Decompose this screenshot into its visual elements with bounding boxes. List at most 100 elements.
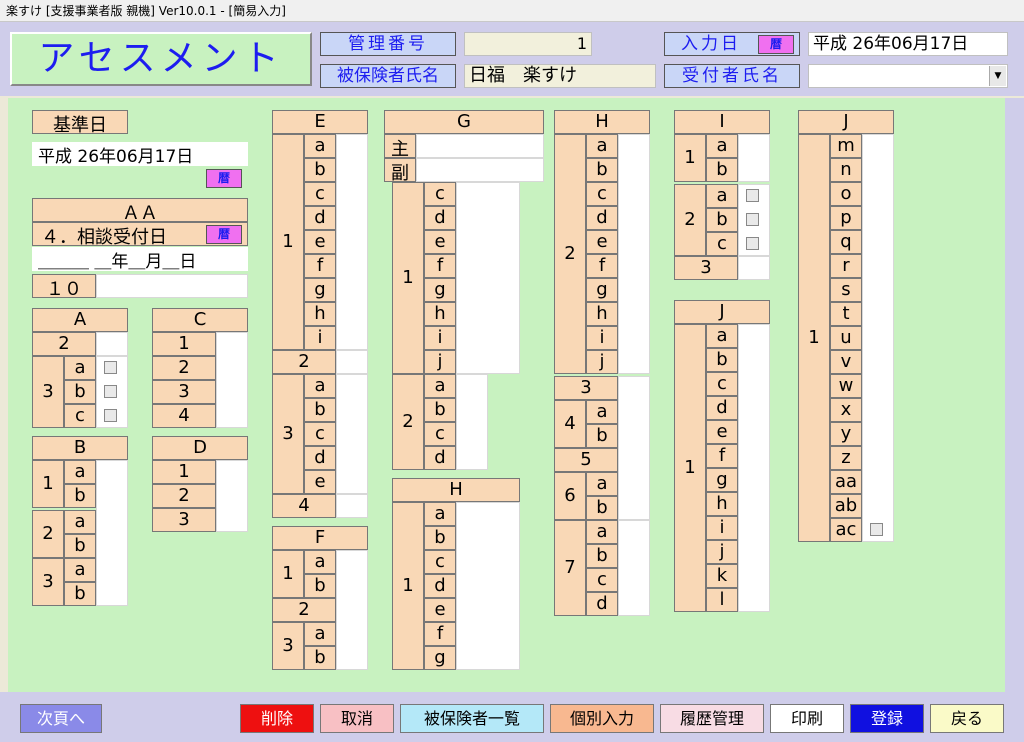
h-6-a: a [586,472,618,496]
g-main: 主 [384,134,416,158]
sub-label: f [586,254,618,278]
b-1-b: b [64,484,96,508]
h-2-values[interactable] [618,134,650,374]
block-j1-title: J [674,300,770,324]
f-row-2: 2 [272,598,336,622]
checkbox[interactable] [104,409,117,422]
sub-label: v [830,350,862,374]
h2-1-values[interactable] [456,502,520,670]
back-button[interactable]: 戻る [930,704,1004,733]
e-3-values[interactable] [336,374,368,494]
checkbox[interactable] [746,237,759,250]
sub-label: c [424,550,456,574]
kanri-value[interactable]: 1 [464,32,592,56]
h-mid-values[interactable] [618,376,650,520]
sub-label: h [424,302,456,326]
individual-input-button[interactable]: 個別入力 [550,704,654,733]
register-button[interactable]: 登録 [850,704,924,733]
nyuryoku-date[interactable]: 平成 26年06月17日 [808,32,1008,56]
i-2-a: a [706,184,738,208]
kijun-date[interactable]: 平成 26年06月17日 [32,142,248,167]
sub-label: b [424,526,456,550]
sub-label: b [424,398,456,422]
sub-label: i [706,516,738,540]
page-title: アセスメント [10,32,312,86]
e-1-values[interactable] [336,134,368,350]
j2-values[interactable] [862,134,894,542]
scrollbar[interactable] [1005,98,1024,692]
a-row-3: 3 [32,356,64,428]
next-page-button[interactable]: 次頁へ [20,704,102,733]
sub-label: b [706,348,738,372]
i-1-values[interactable] [738,134,770,182]
sub-label: o [830,182,862,206]
f-values[interactable] [336,550,368,670]
h-row-5: 5 [554,448,618,472]
sub-label: d [586,592,618,616]
calendar-button[interactable]: 暦 [206,225,242,244]
j1-values[interactable] [738,324,770,612]
sub-label: g [304,278,336,302]
h-7-checks [618,520,650,616]
uketsuke-select[interactable] [808,64,1008,88]
uketsuke-label: 受付者氏名 [664,64,800,88]
g-sub-value[interactable] [416,158,544,182]
i-row-3-value[interactable] [738,256,770,280]
sub-label: g [424,646,456,670]
sub-label: ab [830,494,862,518]
sub-label: z [830,446,862,470]
sub-label: b [586,158,618,182]
sub-label: c [586,568,618,592]
sub-label: b [586,544,618,568]
block-h-title: H [554,110,650,134]
b-values[interactable] [96,460,128,606]
sub-label: y [830,422,862,446]
e-row-3: 3 [272,374,304,494]
c-row: 4 [152,404,216,428]
kijun-label: 基準日 [32,110,128,134]
checkbox[interactable] [104,361,117,374]
sub-label: d [424,206,456,230]
sub-label: a [424,502,456,526]
checkbox[interactable] [746,213,759,226]
footer-toolbar: 次頁へ 削除 取消 被保険者一覧 個別入力 履歴管理 印刷 登録 戻る [0,692,1024,742]
sub-label: ac [830,518,862,542]
checkbox[interactable] [746,189,759,202]
hihoken-value[interactable]: 日福 楽すけ [464,64,656,88]
c-row: 1 [152,332,216,356]
sub-label: f [706,444,738,468]
history-button[interactable]: 履歴管理 [660,704,764,733]
sub-label: d [586,206,618,230]
sub-label: q [830,230,862,254]
insured-list-button[interactable]: 被保険者一覧 [400,704,544,733]
e-row-2-value[interactable] [336,350,368,374]
soudan-date[interactable]: ＿＿＿ ＿年＿月＿日 [32,247,248,272]
f-1-a: a [304,550,336,574]
e-row-4-value[interactable] [336,494,368,518]
delete-button[interactable]: 削除 [240,704,314,733]
b-2-b: b [64,534,96,558]
print-button[interactable]: 印刷 [770,704,844,733]
calendar-button[interactable]: 暦 [758,35,794,54]
d-row: 3 [152,508,216,532]
chevron-down-icon[interactable]: ▼ [989,66,1006,86]
sub-label: d [304,446,336,470]
checkbox[interactable] [870,523,883,536]
checkbox[interactable] [104,385,117,398]
a-row-2-value[interactable] [96,332,128,356]
f-row-1: 1 [272,550,304,598]
sub-label: c [304,422,336,446]
sub-label: h [706,492,738,516]
block-b-title: B [32,436,128,460]
c-values[interactable] [216,332,248,428]
a-3-c: c [64,404,96,428]
cancel-button[interactable]: 取消 [320,704,394,733]
g-main-value[interactable] [416,134,544,158]
g-1-values[interactable] [456,182,520,374]
sub-label: i [424,326,456,350]
block-d-title: D [152,436,248,460]
e-row-2: 2 [272,350,336,374]
code-10-value[interactable] [96,274,248,298]
d-values[interactable] [216,460,248,532]
calendar-button[interactable]: 暦 [206,169,242,188]
